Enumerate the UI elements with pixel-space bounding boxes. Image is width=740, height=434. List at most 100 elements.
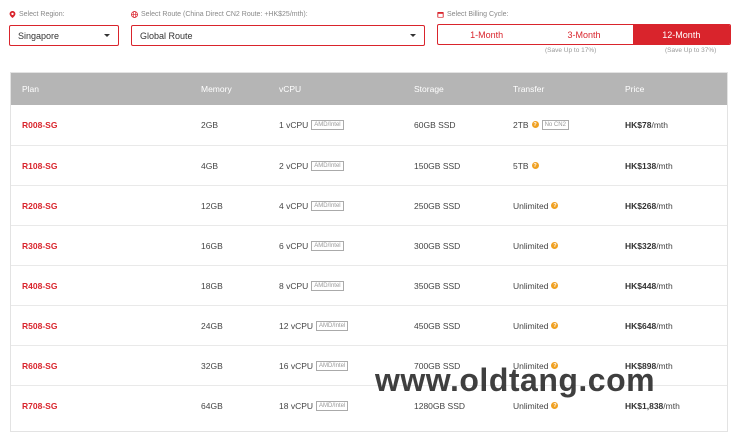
price-unit: /mth [656,200,673,211]
table-row: R508-SG 24GB 12 vCPU AMD/Intel 450GB SSD… [11,305,727,345]
storage-value: 250GB SSD [414,200,461,211]
region-label-text: Select Region: [19,11,65,18]
calendar-icon [437,12,444,18]
help-icon[interactable]: ? [551,282,559,289]
watermark: www.oldtang.com [375,362,656,398]
chevron-down-icon [410,34,416,37]
price-unit: /mth [663,400,680,411]
vcpu-value: 2 vCPU [279,160,309,171]
transfer-cell: 2TB ? No CN2 [513,105,569,144]
price-unit: /mth [656,280,673,291]
price-unit: /mth [656,160,673,171]
plan-name[interactable]: R408-SG [22,266,57,305]
price-value: HK$1,838 [625,400,664,411]
table-row: R308-SG 16GB 6 vCPU AMD/Intel 300GB SSD … [11,225,727,265]
price-value: HK$648 [625,320,657,331]
billing-cycle-toggle: 1-Month 3-Month 12-Month [437,24,731,45]
cpu-tag: AMD/Intel [311,240,344,251]
route-select[interactable]: Global Route [131,25,425,46]
globe-icon [131,11,138,18]
table-row: R108-SG 4GB 2 vCPU AMD/Intel 150GB SSD 5… [11,145,727,185]
storage-value: 150GB SSD [414,160,461,171]
memory-value: 32GB [201,360,223,371]
help-icon[interactable]: ? [531,162,539,169]
vcpu-cell: 16 vCPU AMD/Intel [279,346,349,385]
vcpu-value: 1 vCPU [279,119,309,130]
price-value: HK$78 [625,119,652,130]
vcpu-value: 12 vCPU [279,320,314,331]
memory-value: 4GB [201,160,219,171]
help-icon[interactable]: ? [551,322,559,329]
price-unit: /mth [656,360,673,371]
plan-name[interactable]: R308-SG [22,226,57,265]
vcpu-cell: 18 vCPU AMD/Intel [279,386,349,425]
table-row: R208-SG 12GB 4 vCPU AMD/Intel 250GB SSD … [11,185,727,225]
transfer-value: 2TB [513,119,529,130]
cpu-tag: AMD/Intel [316,400,349,411]
region-select[interactable]: Singapore [9,25,119,46]
storage-value: 300GB SSD [414,240,461,251]
vcpu-cell: 12 vCPU AMD/Intel [279,306,349,345]
storage-value: 60GB SSD [414,119,456,130]
header-storage: Storage [414,84,444,94]
vcpu-value: 8 vCPU [279,280,309,291]
storage-value: 350GB SSD [414,280,461,291]
route-select-value: Global Route [140,30,193,41]
plan-name[interactable]: R008-SG [22,105,57,144]
plan-name[interactable]: R508-SG [22,306,57,345]
transfer-cell: 5TB ? [513,146,539,185]
memory-value: 18GB [201,280,223,291]
vcpu-cell: 2 vCPU AMD/Intel [279,146,344,185]
billing-option-12-month[interactable]: 12-Month [632,25,730,44]
route-label-text: Select Route (China Direct CN2 Route: +H… [141,11,308,18]
memory-value: 64GB [201,400,223,411]
transfer-value: Unlimited [513,320,549,331]
help-icon[interactable]: ? [551,402,559,409]
region-label: Select Region: [9,11,65,18]
price-cell: HK$78/mth [625,105,668,144]
memory-value: 24GB [201,320,223,331]
header-plan: Plan [22,84,40,94]
billing-option-1-month[interactable]: 1-Month [438,25,535,44]
plan-name[interactable]: R208-SG [22,186,57,225]
price-cell: HK$448/mth [625,266,673,305]
chevron-down-icon [104,34,110,37]
transfer-value: Unlimited [513,240,549,251]
help-icon[interactable]: ? [551,242,559,249]
vcpu-value: 18 vCPU [279,400,314,411]
price-value: HK$328 [625,240,657,251]
vcpu-cell: 6 vCPU AMD/Intel [279,226,344,265]
plan-name[interactable]: R108-SG [22,146,57,185]
plan-name[interactable]: R608-SG [22,346,57,385]
vcpu-value: 16 vCPU [279,360,314,371]
cpu-tag: AMD/Intel [316,320,349,331]
vcpu-value: 6 vCPU [279,240,309,251]
table-row: R408-SG 18GB 8 vCPU AMD/Intel 350GB SSD … [11,265,727,305]
header-transfer: Transfer [513,84,545,94]
header-vcpu: vCPU [279,84,302,94]
plan-name[interactable]: R708-SG [22,386,57,425]
table-row: R008-SG 2GB 1 vCPU AMD/Intel 60GB SSD 2T… [11,105,727,145]
transfer-value: Unlimited [513,200,549,211]
vcpu-cell: 4 vCPU AMD/Intel [279,186,344,225]
vcpu-cell: 1 vCPU AMD/Intel [279,105,344,144]
price-unit: /mth [656,320,673,331]
price-cell: HK$268/mth [625,186,673,225]
region-select-value: Singapore [18,30,60,41]
memory-value: 2GB [201,119,219,130]
help-icon[interactable]: ? [551,202,559,209]
price-cell: HK$648/mth [625,306,673,345]
price-unit: /mth [656,240,673,251]
cpu-tag: AMD/Intel [311,200,344,211]
help-icon[interactable]: ? [531,121,539,128]
location-pin-icon [9,11,16,18]
transfer-cell: Unlimited ? [513,226,559,265]
price-cell: HK$138/mth [625,146,673,185]
header-price: Price [625,84,645,94]
cpu-tag: AMD/Intel [311,280,344,291]
table-header: Plan Memory vCPU Storage Transfer Price [11,73,727,105]
billing-option-3-month[interactable]: 3-Month [535,25,632,44]
save-note-3-month: (Save Up to 17%) [545,47,597,54]
storage-value: 450GB SSD [414,320,461,331]
vcpu-value: 4 vCPU [279,200,309,211]
